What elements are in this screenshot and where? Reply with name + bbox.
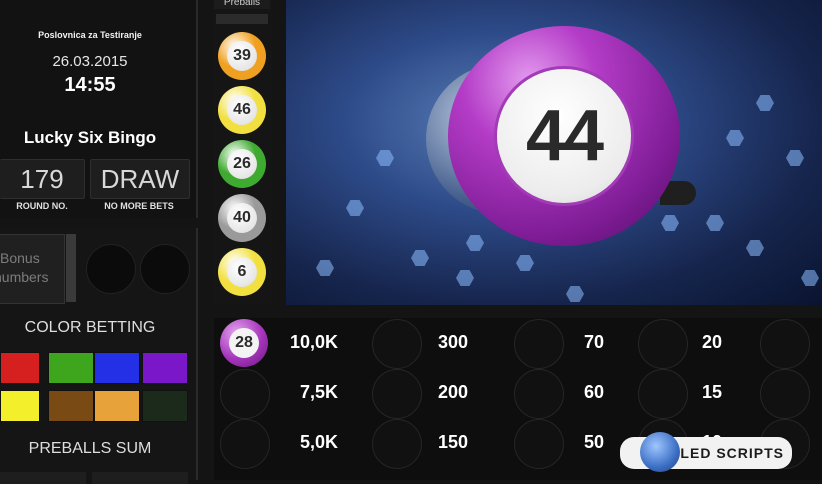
color-swatch[interactable]	[142, 352, 188, 384]
sparkle	[411, 250, 429, 266]
ball-slot	[760, 369, 810, 419]
bonus-slot-1	[86, 244, 136, 294]
sparkle	[801, 270, 819, 286]
time-label: 14:55	[64, 74, 116, 96]
sparkle	[316, 260, 334, 276]
preball: 40	[218, 194, 266, 242]
bonus-line2: numbers	[0, 269, 49, 285]
drawn-ball: 28	[220, 319, 268, 367]
color-swatch[interactable]	[94, 390, 140, 422]
current-ball: 44	[448, 26, 680, 246]
round-number-box: 179	[0, 159, 85, 199]
sparkle	[726, 130, 744, 146]
bonus-divider	[66, 234, 76, 302]
payout-odds: 5,0K	[299, 432, 338, 452]
payout-odds: 7,5K	[299, 382, 338, 402]
preball-number: 26	[227, 149, 257, 179]
color-swatch[interactable]	[48, 352, 94, 384]
sparkle	[456, 270, 474, 286]
color-swatch[interactable]	[0, 390, 40, 422]
payout-odds: 200	[437, 382, 468, 402]
sparkle	[376, 150, 394, 166]
preball-number: 39	[227, 41, 257, 71]
sparkle	[756, 95, 774, 111]
game-title: Lucky Six Bingo	[23, 128, 157, 147]
payout-odds: 15	[701, 382, 722, 402]
preball-number: 46	[227, 95, 257, 125]
preball: 46	[218, 86, 266, 134]
payout-odds: 70	[583, 332, 604, 352]
sparkle	[346, 200, 364, 216]
preballs-sum-slot-1[interactable]	[0, 472, 86, 484]
sparkle	[466, 235, 484, 251]
bonus-slot-2	[140, 244, 190, 294]
bonus-line1: Bonus	[0, 250, 40, 266]
ball-slot	[220, 369, 270, 419]
date-label: 26.03.2015	[52, 53, 128, 70]
payout-odds: 60	[583, 382, 604, 402]
preballs-sum-title: PREBALLS SUM	[28, 440, 152, 457]
preball: 6	[218, 248, 266, 296]
color-swatch[interactable]	[94, 352, 140, 384]
payout-odds: 20	[701, 332, 722, 352]
bonus-numbers-box: Bonus numbers	[0, 234, 65, 304]
sparkle	[661, 215, 679, 231]
preball-number: 6	[227, 257, 257, 287]
sparkle	[706, 215, 724, 231]
current-ball-number: 44	[494, 66, 634, 206]
round-status-box: DRAW	[90, 159, 190, 199]
color-swatch[interactable]	[142, 390, 188, 422]
preball: 26	[218, 140, 266, 188]
preballs-label: Preballs	[214, 0, 270, 9]
sparkle	[786, 150, 804, 166]
payout-odds: 10,0K	[289, 332, 338, 352]
color-swatch[interactable]	[0, 352, 40, 384]
ball-slot	[760, 319, 810, 369]
drawn-ball-number: 28	[229, 328, 259, 358]
sparkle	[566, 286, 584, 302]
payout-odds: 300	[437, 332, 468, 352]
preball-number: 40	[227, 203, 257, 233]
preballs-header-bar	[216, 14, 268, 24]
color-betting-title: COLOR BETTING	[24, 319, 156, 336]
round-status-label: NO MORE BETS	[104, 201, 174, 211]
round-number-label: ROUND NO.	[16, 201, 68, 211]
sparkle	[746, 240, 764, 256]
payout-odds: 50	[583, 432, 604, 452]
preballs-sum-slot-2[interactable]	[92, 472, 188, 484]
color-swatch[interactable]	[48, 390, 94, 422]
sparkle	[516, 255, 534, 271]
watermark-logo-icon	[640, 432, 680, 472]
preball: 39	[218, 32, 266, 80]
payout-odds: 150	[437, 432, 468, 452]
ball-slot	[220, 419, 270, 469]
station-name: Poslovnica za Testiranje	[38, 30, 142, 40]
